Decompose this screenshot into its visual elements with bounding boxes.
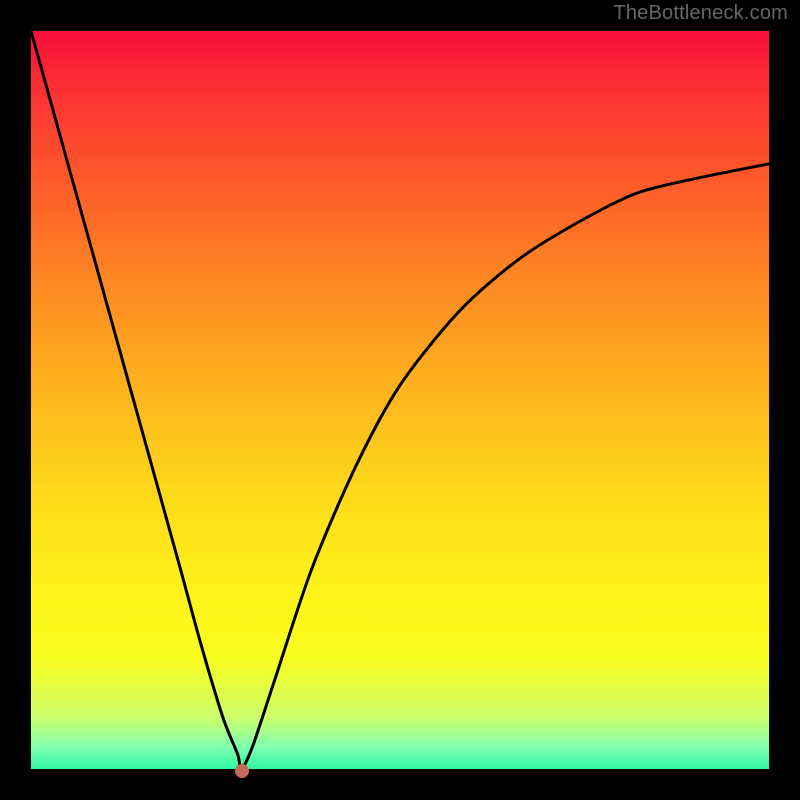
watermark-text: TheBottleneck.com bbox=[613, 2, 788, 25]
chart-root: TheBottleneck.com bbox=[0, 0, 800, 800]
highlight-dot bbox=[235, 764, 249, 778]
plot-area bbox=[30, 30, 770, 770]
bottleneck-curve bbox=[31, 31, 769, 769]
